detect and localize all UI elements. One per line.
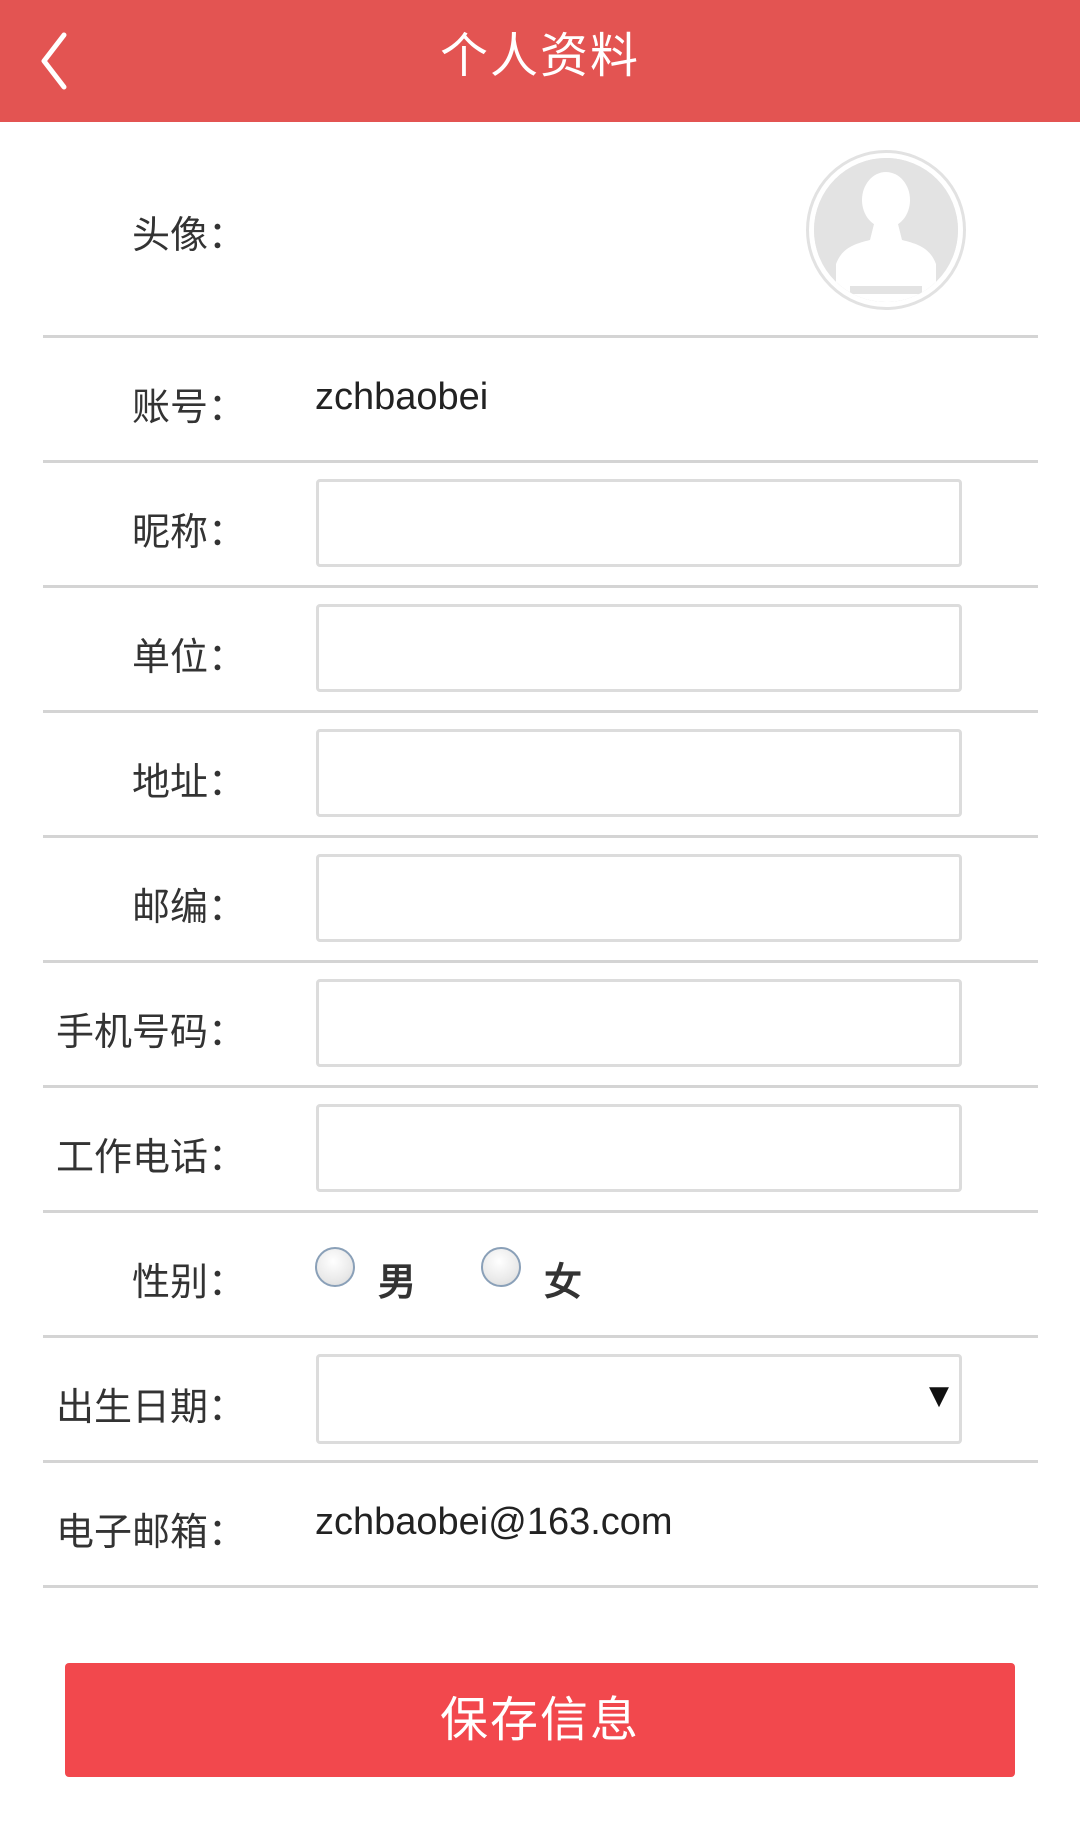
gender-label: 性别：	[131, 1260, 246, 1304]
gender-male-label: 男	[378, 1260, 417, 1304]
work-phone-input[interactable]	[316, 1104, 962, 1192]
dropdown-arrow-icon: ▼	[929, 1381, 949, 1411]
email-row: 电子邮箱： zchbaobei@163.com	[0, 1463, 1080, 1588]
company-label: 单位：	[131, 635, 246, 679]
account-row: 账号： zchbaobei	[0, 338, 1080, 463]
nickname-row: 昵称：	[0, 463, 1080, 588]
nickname-input[interactable]	[316, 479, 962, 567]
postcode-row: 邮编：	[0, 838, 1080, 963]
chevron-left-icon	[30, 25, 100, 97]
avatar-label: 头像：	[131, 213, 246, 257]
save-button[interactable]: 保存信息	[65, 1663, 1015, 1777]
account-value: zchbaobei	[315, 376, 489, 418]
app-header: 个人资料	[0, 0, 1080, 122]
avatar-row: 头像：	[0, 122, 1080, 338]
address-label: 地址：	[131, 760, 246, 804]
email-value: zchbaobei@163.com	[315, 1501, 673, 1543]
address-input[interactable]	[316, 729, 962, 817]
gender-row: 性别： 男 女	[0, 1213, 1080, 1338]
mobile-row: 手机号码：	[0, 963, 1080, 1088]
mobile-input[interactable]	[316, 979, 962, 1067]
work-phone-row: 工作电话：	[0, 1088, 1080, 1213]
default-user-icon	[814, 158, 958, 302]
birthday-select[interactable]: ▼	[316, 1354, 962, 1444]
mobile-label: 手机号码：	[55, 1010, 246, 1054]
nickname-label: 昵称：	[131, 510, 246, 554]
address-row: 地址：	[0, 713, 1080, 838]
account-label: 账号：	[131, 385, 246, 429]
gender-male-radio[interactable]	[315, 1247, 355, 1287]
birthday-row: 出生日期： ▼	[0, 1338, 1080, 1463]
gender-female-radio[interactable]	[481, 1247, 521, 1287]
work-phone-label: 工作电话：	[55, 1135, 246, 1179]
company-input[interactable]	[316, 604, 962, 692]
email-label: 电子邮箱：	[55, 1510, 246, 1554]
avatar[interactable]	[806, 150, 966, 310]
postcode-input[interactable]	[316, 854, 962, 942]
company-row: 单位：	[0, 588, 1080, 713]
back-button[interactable]	[30, 25, 100, 97]
page-title: 个人资料	[439, 28, 640, 84]
gender-female-label: 女	[544, 1260, 583, 1304]
divider	[43, 1585, 1038, 1588]
postcode-label: 邮编：	[131, 885, 246, 929]
birthday-label: 出生日期：	[55, 1385, 246, 1429]
